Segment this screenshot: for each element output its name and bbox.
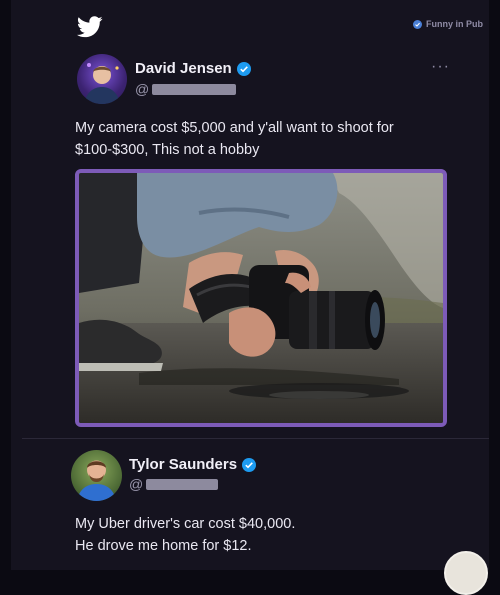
handle-prefix: @ <box>129 476 144 492</box>
reply-text-line: My Uber driver's car cost $40,000. <box>75 516 296 532</box>
reply-text-line: He drove me home for $12. <box>75 538 252 554</box>
watermark-text: Funny in Pub <box>426 19 483 29</box>
author-name: David Jensen <box>135 60 232 77</box>
camera-photo <box>79 173 443 423</box>
author-name: Tylor Saunders <box>129 456 238 473</box>
divider <box>22 438 489 439</box>
verified-icon <box>236 61 251 76</box>
redacted-handle <box>146 478 219 490</box>
avatar[interactable] <box>77 54 127 104</box>
watermark: Funny in Pub <box>413 19 483 29</box>
handle-prefix: @ <box>135 81 150 97</box>
verified-icon <box>242 457 257 472</box>
tweet-photo[interactable] <box>75 169 447 427</box>
tweet-handle[interactable]: @ <box>135 81 237 97</box>
avatar[interactable] <box>71 450 122 501</box>
reply-author[interactable]: Tylor Saunders <box>129 456 257 473</box>
avatar-photo <box>77 460 116 501</box>
tweet-text: My camera cost $5,000 and y'all want to … <box>75 120 394 158</box>
tweet-card: Funny in Pub David Jensen @ ··· My camer… <box>11 0 489 570</box>
tweet-author[interactable]: David Jensen <box>135 60 251 77</box>
redacted-handle <box>152 83 237 95</box>
corner-avatar[interactable] <box>444 551 488 595</box>
reply-handle[interactable]: @ <box>129 476 219 492</box>
twitter-bird-icon <box>77 16 103 38</box>
avatar-photo <box>84 63 120 104</box>
more-options-icon[interactable]: ··· <box>431 58 450 76</box>
reply-text: My Uber driver's car cost $40,000. He dr… <box>75 513 455 557</box>
verified-dot-icon <box>413 19 422 29</box>
